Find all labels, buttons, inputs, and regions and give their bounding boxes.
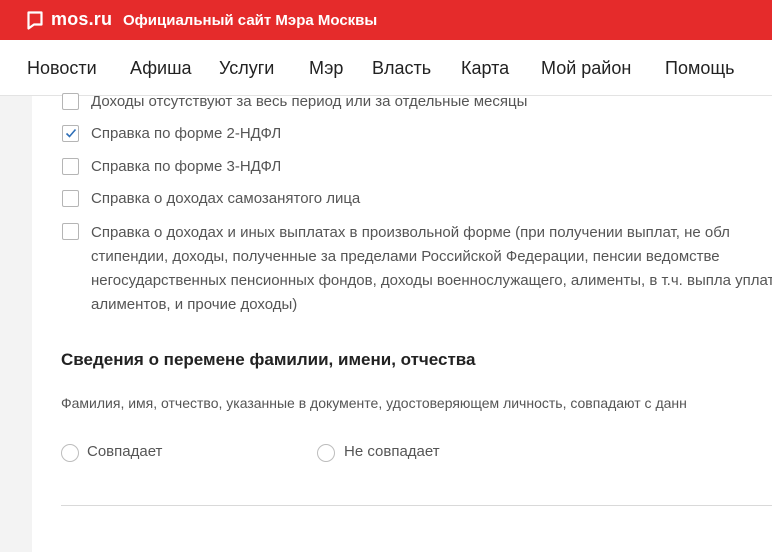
nav-item-news[interactable]: Новости xyxy=(27,58,97,79)
checkbox-label: Доходы отсутствуют за весь период или за… xyxy=(91,93,528,110)
site-logo[interactable]: mos.ru xyxy=(51,9,112,30)
checkbox-label: Справка по форме 3-НДФЛ xyxy=(91,158,282,175)
checkmark-icon xyxy=(65,128,77,138)
site-tagline: Официальный сайт Мэра Москвы xyxy=(123,12,378,29)
nav-item-afisha[interactable]: Афиша xyxy=(130,58,192,79)
checkbox-label: Справка по форме 2-НДФЛ xyxy=(91,125,282,142)
section-description: Фамилия, имя, отчество, указанные в доку… xyxy=(61,395,687,411)
main-nav: Новости Афиша Услуги Мэр Власть Карта Мо… xyxy=(0,40,772,96)
checkbox-2ndfl[interactable] xyxy=(62,125,79,142)
nav-item-map[interactable]: Карта xyxy=(461,58,509,79)
checkbox-no-income[interactable] xyxy=(62,93,79,110)
radio-not-matches[interactable] xyxy=(317,444,335,462)
radio-label: Совпадает xyxy=(87,443,163,460)
speech-bubble-logo-icon[interactable] xyxy=(27,11,43,30)
site-header: mos.ru Официальный сайт Мэра Москвы xyxy=(0,0,772,40)
nav-item-my-district[interactable]: Мой район xyxy=(541,58,631,79)
radio-matches[interactable] xyxy=(61,444,79,462)
form-card: Доходы отсутствуют за весь период или за… xyxy=(32,93,772,552)
checkbox-label: Справка о доходах и иных выплатах в прои… xyxy=(91,224,772,313)
nav-item-authority[interactable]: Власть xyxy=(372,58,431,79)
checkbox-free-form[interactable] xyxy=(62,223,79,240)
nav-item-help[interactable]: Помощь xyxy=(665,58,735,79)
checkbox-label: Справка о доходах самозанятого лица xyxy=(91,190,361,207)
nav-item-services[interactable]: Услуги xyxy=(219,58,274,79)
divider xyxy=(61,505,772,506)
nav-item-mayor[interactable]: Мэр xyxy=(309,58,343,79)
radio-label: Не совпадает xyxy=(344,443,440,460)
checkbox-3ndfl[interactable] xyxy=(62,158,79,175)
section-title: Сведения о перемене фамилии, имени, отче… xyxy=(61,350,476,369)
checkbox-self-employed[interactable] xyxy=(62,190,79,207)
